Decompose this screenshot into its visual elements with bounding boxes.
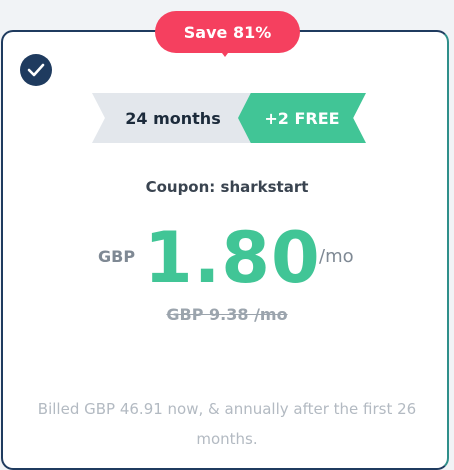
save-badge-tail	[219, 49, 231, 57]
billing-note: Billed GBP 46.91 now, & annually after t…	[37, 400, 417, 448]
plan-duration-label: 24 months	[125, 108, 221, 128]
save-badge: Save 81%	[155, 11, 300, 57]
plan-duration-ribbon: 24 months	[92, 93, 254, 143]
coupon-text: Coupon: sharkstart	[145, 178, 309, 196]
price-period: /mo	[319, 246, 354, 267]
check-icon[interactable]	[20, 54, 52, 86]
save-badge-label: Save 81%	[183, 22, 272, 42]
check-glyph	[27, 63, 45, 77]
price-currency: GBP	[98, 247, 136, 266]
bonus-ribbon: +2 FREE	[238, 93, 366, 143]
bonus-label: +2 FREE	[264, 108, 340, 128]
original-price: GBP 9.38 /mo	[166, 305, 288, 324]
price-amount: 1.80	[144, 217, 321, 299]
